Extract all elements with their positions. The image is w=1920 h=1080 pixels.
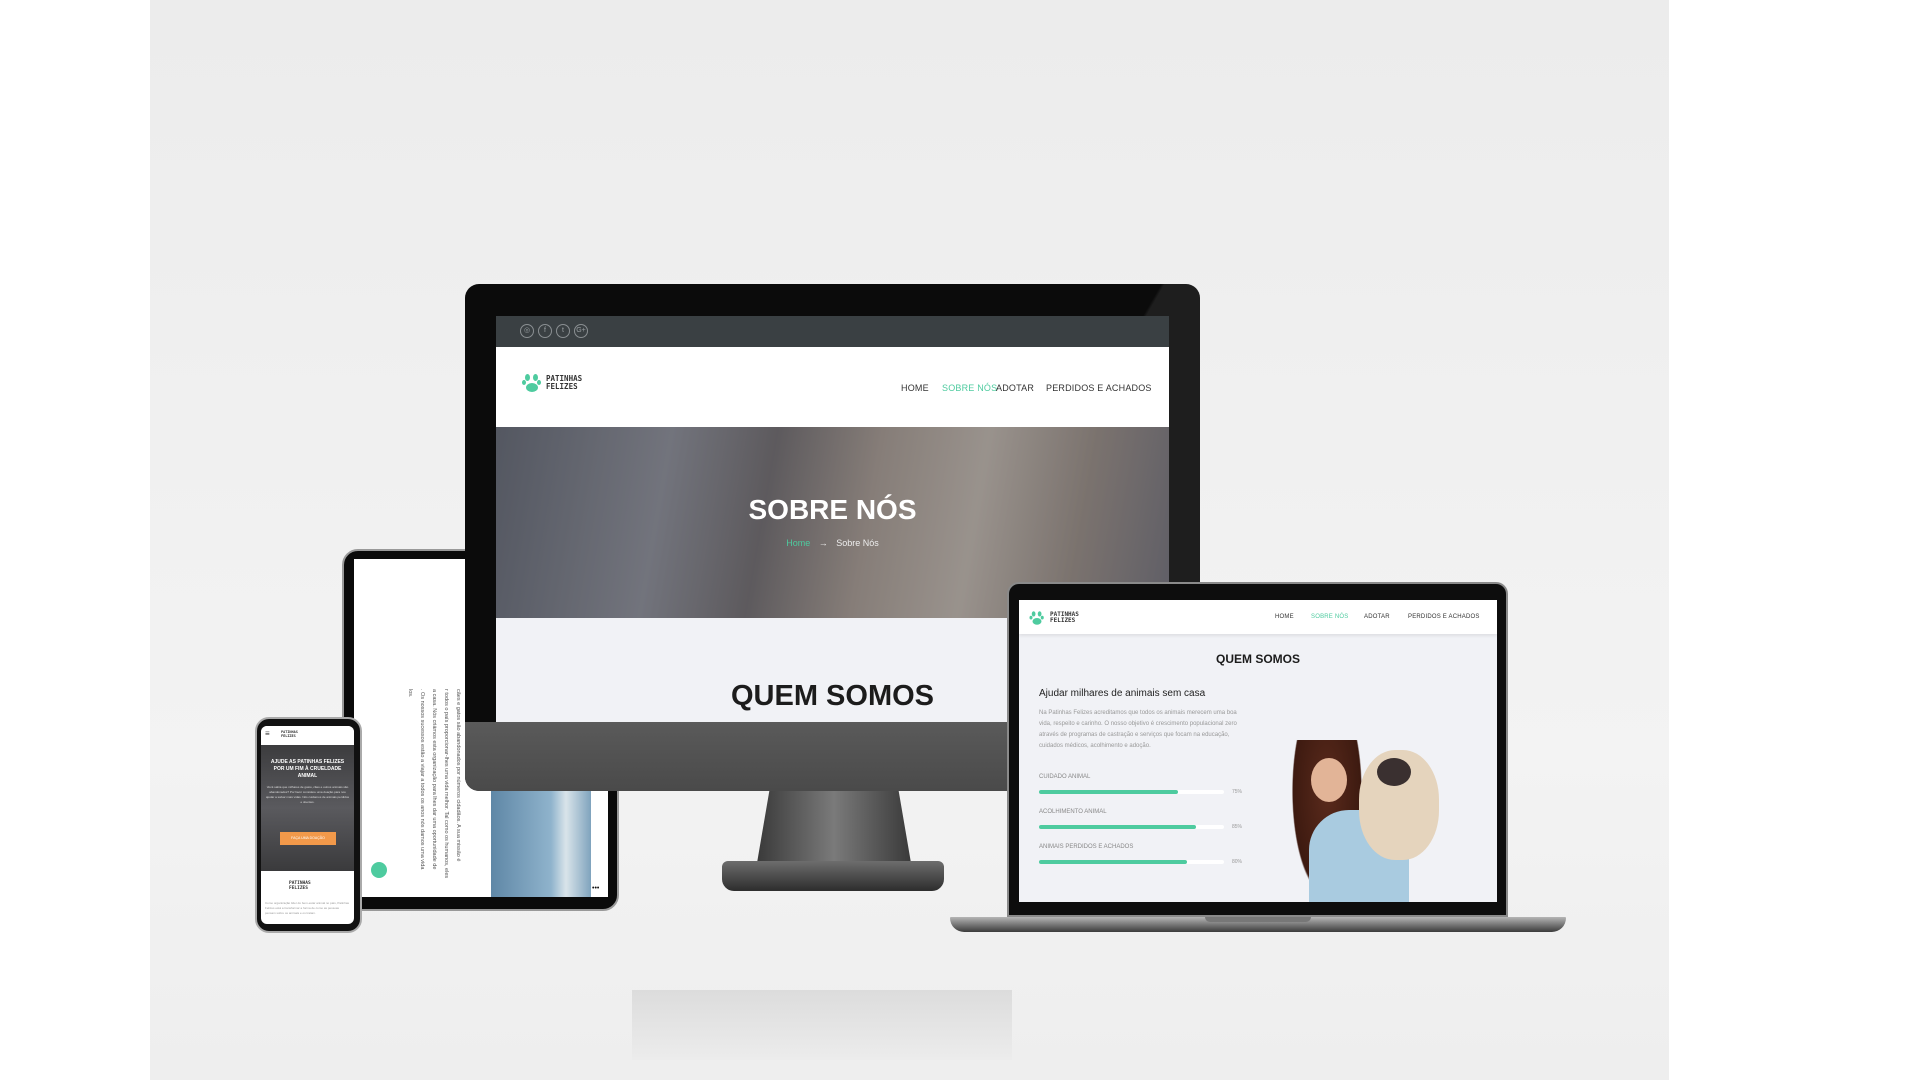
text-line: . Os nossos sucessos estão a viajar a to… <box>419 689 425 870</box>
logo-line2: FELIZES <box>281 733 296 738</box>
woman-face-photo <box>1311 758 1347 802</box>
text-line: cães e gatos são abandonados por números… <box>455 689 461 862</box>
hamburger-menu-icon[interactable]: ≡ <box>265 729 270 738</box>
text-line: r todos o país proporcionar-lhes uma vid… <box>443 689 449 879</box>
more-icon[interactable]: ••• <box>592 885 599 892</box>
scroll-top-button[interactable] <box>371 862 387 878</box>
pug-face-photo <box>1377 758 1411 786</box>
text-line: a casa. Nós criámos esta organização par… <box>431 689 437 870</box>
logo-line2: FELIZES <box>289 885 308 891</box>
phone-hero-title: AJUDE AS PATINHAS FELIZES POR UM FIM À C… <box>270 759 345 779</box>
breadcrumb-separator: → <box>818 538 828 548</box>
laptop-screen: PATINHAS FELIZES HOME SOBRE NÓS ADOTAR PE… <box>1019 600 1497 902</box>
logo-line2: FELIZES <box>546 382 578 391</box>
text-line: los. <box>407 689 413 698</box>
monitor-stand <box>757 791 911 863</box>
donate-button[interactable]: FAÇA UMA DOAÇÃO <box>280 832 336 845</box>
nav-home[interactable]: HOME <box>901 383 929 393</box>
phone-hero: AJUDE AS PATINHAS FELIZES POR UM FIM À C… <box>261 745 354 871</box>
nav-perdidos-achados[interactable]: PERDIDOS E ACHADOS <box>1408 614 1480 620</box>
skill-percent: 80% <box>1232 859 1243 865</box>
social-topbar: ◎ f t G+ <box>496 316 1169 347</box>
nav-adotar[interactable]: ADOTAR <box>1364 614 1390 620</box>
logo-line2: FELIZES <box>1050 617 1076 624</box>
site-header: PATINHAS FELIZES HOME SOBRE NÓS ADOTAR PE… <box>496 347 1169 427</box>
skill-progress-bar <box>1039 825 1224 829</box>
nav-adotar[interactable]: ADOTAR <box>996 383 1034 393</box>
section-subtitle: Ajudar milhares de animais sem casa <box>1039 688 1206 699</box>
tablet-rotated-text: cães e gatos são abandonados por números… <box>404 689 464 897</box>
skill-label: CUIDADO ANIMAL <box>1039 774 1091 780</box>
laptop-notch <box>1205 917 1311 922</box>
phone-hero-text: Você sabia que milhares de gatos, cães e… <box>265 785 350 804</box>
skill-percent: 75% <box>1232 789 1243 795</box>
nav-home[interactable]: HOME <box>1275 614 1294 620</box>
skill-progress-bar <box>1039 790 1224 794</box>
nav-sobre-nos[interactable]: SOBRE NÓS <box>1311 614 1348 620</box>
hero-title: SOBRE NÓS <box>748 494 917 525</box>
skill-label: ACOLHIMENTO ANIMAL <box>1039 809 1107 815</box>
skill-progress-bar <box>1039 860 1224 864</box>
section-paragraph: Na Patinhas Felizes acreditamos que todo… <box>1039 710 1237 749</box>
skill-progress-fill <box>1039 825 1197 829</box>
breadcrumb-home[interactable]: Home <box>786 538 810 548</box>
phone-logo[interactable]: PATINHAS FELIZES <box>281 730 298 738</box>
tablet-beach-photo <box>491 789 591 897</box>
monitor-reflection <box>632 990 1012 1060</box>
phone-footer-text: Como organização líder do bem-estar anim… <box>265 901 350 915</box>
breadcrumb-current: Sobre Nós <box>836 538 879 548</box>
phone-header: ≡ PATINHAS FELIZES <box>261 726 354 745</box>
logo[interactable]: PATINHAS FELIZES <box>522 374 582 392</box>
section-title: QUEM SOMOS <box>1215 652 1300 666</box>
paw-icon <box>1029 611 1045 625</box>
instagram-icon[interactable]: ◎ <box>520 324 534 338</box>
skill-progress-fill <box>1039 790 1178 794</box>
monitor-base <box>722 861 944 891</box>
breadcrumb: Home → Sobre Nós <box>496 538 1169 548</box>
paw-icon <box>522 374 542 392</box>
laptop-header: PATINHAS FELIZES HOME SOBRE NÓS ADOTAR PE… <box>1019 600 1497 634</box>
laptop-logo[interactable]: PATINHAS FELIZES <box>1027 609 1079 627</box>
skill-progress-fill <box>1039 860 1187 864</box>
phone-footer-logo: PATINHAS FELIZES <box>289 881 311 891</box>
nav-sobre-nos[interactable]: SOBRE NÓS <box>942 383 997 393</box>
skill-percent: 85% <box>1232 824 1243 830</box>
twitter-icon[interactable]: t <box>556 324 570 338</box>
nav-perdidos-achados[interactable]: PERDIDOS E ACHADOS <box>1046 383 1152 393</box>
skill-label: ANIMAIS PERDIDOS E ACHADOS <box>1039 844 1134 850</box>
google-plus-icon[interactable]: G+ <box>574 324 588 338</box>
facebook-icon[interactable]: f <box>538 324 552 338</box>
phone-screen: ≡ PATINHAS FELIZES AJUDE AS PATINHAS FELI… <box>261 726 354 924</box>
